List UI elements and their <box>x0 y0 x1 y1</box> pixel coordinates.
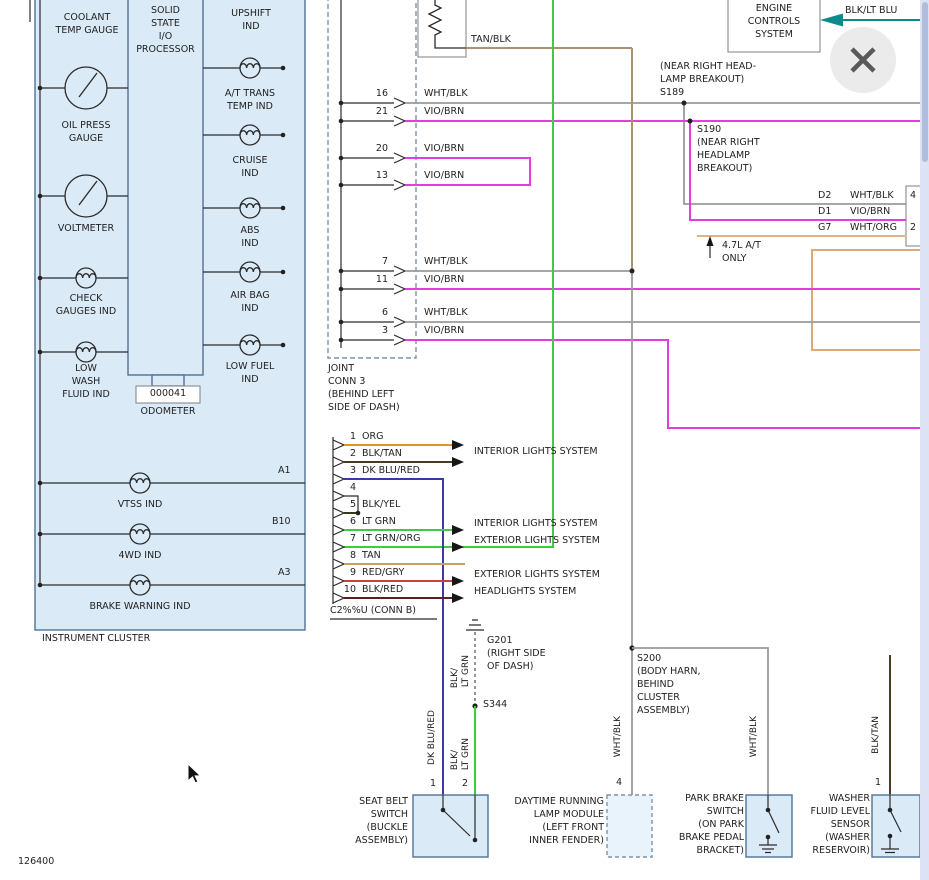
splice-s190-dot <box>688 119 693 124</box>
wire-vio-brn-pin21 <box>405 121 906 220</box>
note-47-arrow <box>707 236 714 258</box>
park-brake-switch-box <box>746 795 792 857</box>
washer-sensor-box <box>872 795 920 857</box>
junction-dot <box>356 511 361 516</box>
system-arrows <box>452 440 464 603</box>
wire-vio-brn-pins20-13 <box>405 158 530 185</box>
scrollbar-thumb[interactable] <box>922 2 928 162</box>
wire-pin4 <box>344 496 358 513</box>
drl-module-box <box>607 795 652 857</box>
wiring-diagram-viewer: COOLANT TEMP GAUGESOLID STATE I/O PROCES… <box>0 0 929 880</box>
wiring-diagram <box>0 0 929 880</box>
engine-controls-arrow <box>820 14 843 27</box>
module-outline-box <box>812 250 929 350</box>
close-button[interactable] <box>830 27 896 93</box>
splice-s189-dot <box>682 101 687 106</box>
wire-vio-brn-pin3 <box>405 340 929 428</box>
instrument-cluster-box <box>35 0 305 630</box>
wire-dk-blu-red-pin3 <box>344 479 443 795</box>
wire-wht-blk-pin16 <box>405 103 906 204</box>
junction-dot <box>630 269 635 274</box>
wire-wht-blk-park-branch <box>632 648 768 795</box>
scrollbar-track[interactable] <box>920 0 929 880</box>
odometer-stem <box>152 375 184 386</box>
joint-conn3-wiring <box>339 0 405 348</box>
close-icon <box>830 27 896 93</box>
wire-lt-grn-org-pin7 <box>344 0 553 547</box>
engine-controls-box <box>728 0 820 52</box>
odometer-box <box>136 386 200 403</box>
io-processor-box <box>128 0 203 375</box>
seat-belt-switch-box <box>413 795 488 857</box>
c2-connector <box>330 437 437 619</box>
mouse-cursor <box>187 763 207 787</box>
ground-g201 <box>466 620 484 706</box>
